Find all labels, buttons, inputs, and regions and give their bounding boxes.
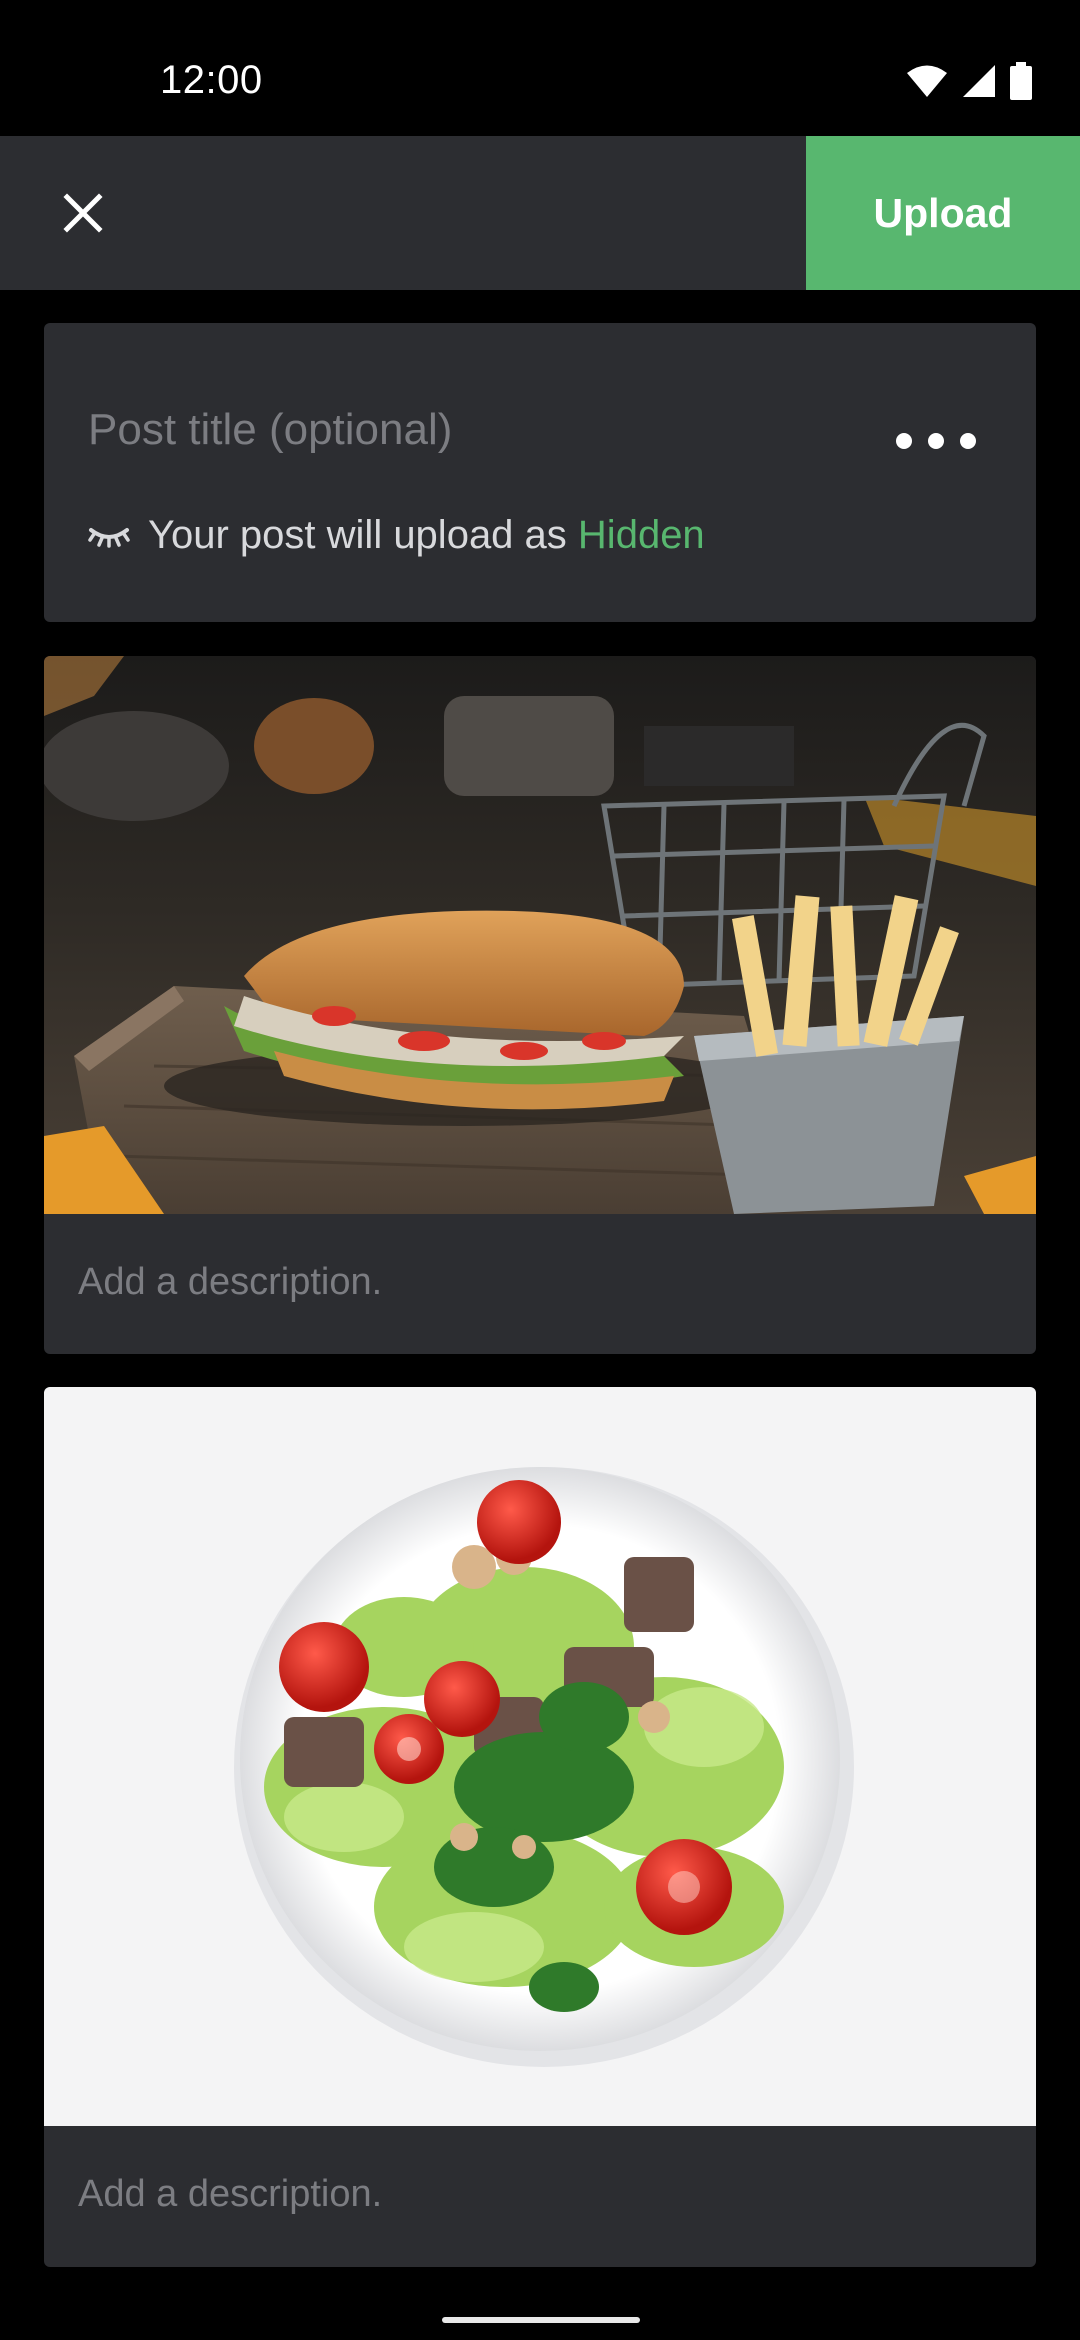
- more-dot: [928, 433, 944, 449]
- screen: 12:00 Upload Post title (optional) Your …: [0, 0, 1080, 2340]
- more-horizontal-icon: [896, 433, 912, 449]
- media-card: Add a description.: [44, 656, 1036, 1354]
- visibility-value[interactable]: Hidden: [578, 513, 705, 557]
- battery-icon: [1010, 62, 1032, 105]
- status-bar: 12:00: [0, 0, 1080, 136]
- signal-icon: [962, 64, 996, 103]
- eye-closed-icon: [88, 513, 130, 558]
- description-input[interactable]: Add a description.: [78, 2173, 382, 2216]
- close-button[interactable]: [44, 174, 122, 252]
- media-card: Add a description.: [44, 1387, 1036, 2267]
- visibility-text: Your post will upload as Hidden: [148, 513, 705, 558]
- status-icons: [906, 62, 1032, 105]
- top-bar: Upload: [0, 136, 1080, 290]
- status-time: 12:00: [160, 58, 263, 102]
- more-dot: [960, 433, 976, 449]
- sandwich-and-fries-photo[interactable]: [44, 656, 1036, 1214]
- close-icon: [63, 193, 103, 233]
- wifi-icon: [906, 64, 948, 103]
- upload-button[interactable]: Upload: [806, 136, 1080, 290]
- salad-bowl-photo[interactable]: [44, 1387, 1036, 2126]
- more-options-button[interactable]: [896, 423, 976, 459]
- home-indicator[interactable]: [442, 2317, 640, 2323]
- post-title-input[interactable]: Post title (optional): [88, 405, 452, 455]
- post-title-card: Post title (optional) Your post will upl…: [44, 323, 1036, 622]
- description-input[interactable]: Add a description.: [78, 1261, 382, 1304]
- visibility-prefix: Your post will upload as: [148, 513, 567, 557]
- visibility-row[interactable]: Your post will upload as Hidden: [88, 513, 705, 558]
